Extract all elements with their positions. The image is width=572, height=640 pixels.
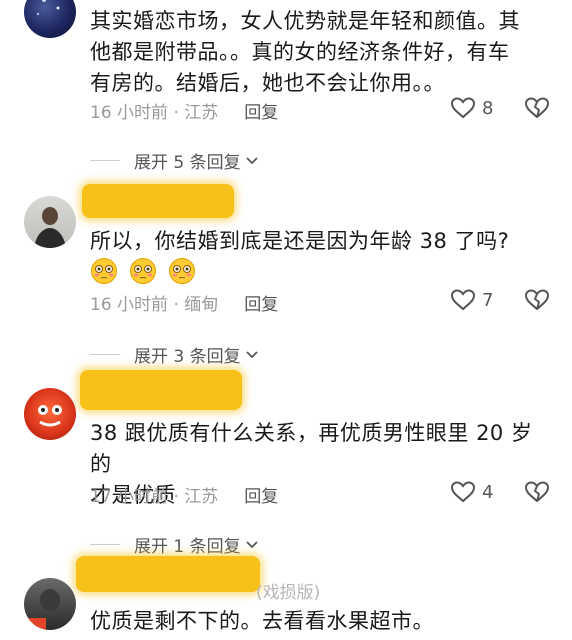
like-button[interactable]: 4 [450, 480, 493, 504]
comment-text: 所以，你结婚到底是还是因为年龄 38 了吗? [90, 229, 510, 253]
like-count: 7 [482, 289, 494, 311]
divider-line [90, 160, 120, 161]
heart-icon [450, 97, 476, 119]
flushed-face-emoji [91, 258, 117, 284]
like-button[interactable]: 7 [450, 288, 493, 312]
comment-text: 其实婚恋市场，女人优势就是年轻和颜值。其 他都是附带品。。真的女的经济条件好，有… [90, 9, 520, 95]
flushed-face-emoji [169, 258, 196, 284]
username-suffix: (戏损版) [256, 583, 321, 603]
redacted-username [80, 370, 242, 410]
comment-text: 优质是剩不下的。去看看水果超市。 [90, 609, 434, 633]
divider-line [90, 544, 120, 545]
comment-meta: 16 小时前 · 缅甸 回复 [90, 290, 278, 315]
expand-replies-label: 展开 3 条回复 [134, 347, 241, 367]
like-button[interactable]: 8 [450, 96, 493, 120]
divider-line [90, 354, 120, 355]
expand-replies-label: 展开 5 条回复 [134, 153, 241, 173]
dislike-button[interactable] [524, 288, 550, 316]
reply-button[interactable]: 回复 [244, 290, 278, 315]
emoji-row [90, 257, 202, 285]
redacted-username [82, 184, 234, 218]
chevron-down-icon [245, 156, 258, 164]
expand-replies[interactable]: 展开 3 条回复 [90, 342, 259, 367]
flushed-face-emoji [130, 258, 157, 284]
reply-button[interactable]: 回复 [244, 98, 278, 123]
heart-icon [450, 289, 476, 311]
expand-replies[interactable]: 展开 5 条回复 [90, 148, 259, 173]
avatar-image [36, 0, 60, 16]
expand-replies-label: 展开 1 条回复 [134, 537, 241, 557]
like-count: 4 [482, 481, 494, 503]
expand-replies[interactable]: 展开 1 条回复 [90, 532, 259, 557]
avatar[interactable] [24, 388, 76, 440]
avatar-image [34, 207, 66, 248]
comment-meta: 16 小时前 · 江苏 回复 [90, 98, 278, 123]
avatar-image [24, 589, 60, 630]
reply-button[interactable]: 回复 [244, 482, 278, 507]
chevron-down-icon [245, 350, 258, 358]
timestamp-location: 16 小时前 · 江苏 [90, 103, 219, 123]
comment-meta: 17 小时前 · 江苏 回复 [90, 482, 278, 507]
like-count: 8 [482, 97, 494, 119]
heart-icon [450, 481, 476, 503]
dislike-button[interactable] [524, 96, 550, 124]
avatar-image [38, 405, 62, 427]
avatar[interactable] [24, 578, 76, 630]
broken-heart-icon [525, 481, 549, 502]
timestamp-location: 16 小时前 · 缅甸 [90, 295, 219, 315]
redacted-username [76, 556, 260, 592]
broken-heart-icon [525, 289, 549, 310]
avatar[interactable] [24, 0, 76, 38]
timestamp-location: 17 小时前 · 江苏 [90, 487, 219, 507]
chevron-down-icon [245, 540, 258, 548]
broken-heart-icon [525, 97, 549, 118]
avatar[interactable] [24, 196, 76, 248]
dislike-button[interactable] [524, 480, 550, 508]
